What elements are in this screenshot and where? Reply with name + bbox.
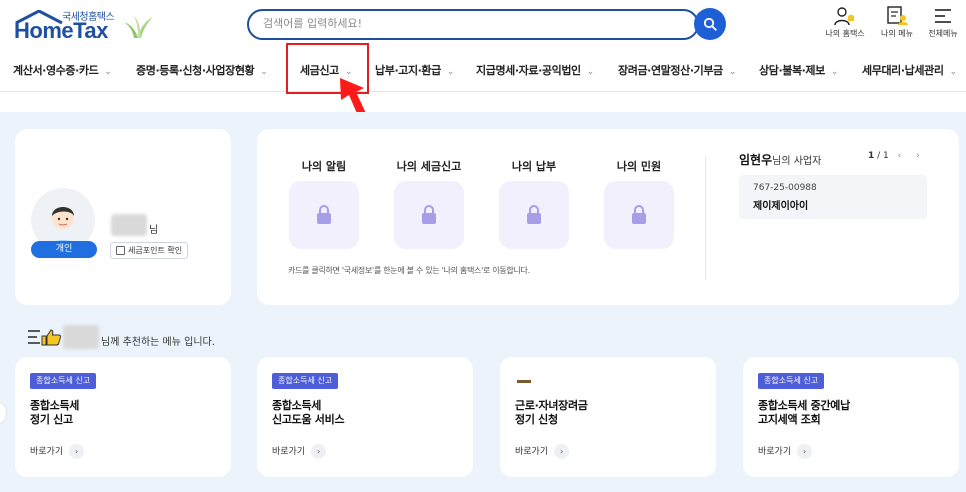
- go-link[interactable]: 바로가기 ›: [30, 444, 85, 459]
- chevron-down-icon: ⌄: [104, 67, 112, 77]
- taxpoint-button[interactable]: 세금포인트 확인: [110, 242, 189, 259]
- recommend-card[interactable]: 종합소득세 신고 종합소득세 중간예납 고지세액 조회 바로가기 ›: [743, 357, 959, 477]
- category-tag: 종합소득세 신고: [30, 373, 97, 389]
- chevron-down-icon: ⌄: [260, 67, 268, 77]
- business-header: 임현우님의 사업자: [739, 151, 821, 168]
- business-pager: 1 / 1 ‹ ›: [868, 151, 920, 161]
- page-total: / 1: [877, 151, 889, 161]
- search-input[interactable]: [263, 17, 683, 30]
- tile-label-alert: 나의 알림: [301, 160, 347, 173]
- main-area: 개인 님 세금포인트 확인 나의 알림 나의 세금신고 나의 납부 나의 민원 …: [0, 112, 966, 492]
- search-icon: [703, 17, 717, 31]
- tile-label-civil: 나의 민원: [616, 160, 662, 173]
- my-hometax-link[interactable]: 나의 홈택스: [819, 6, 871, 39]
- nav-incentive[interactable]: 장려금·연말정산·기부금 ⌄: [618, 62, 736, 78]
- chevron-right-icon: ›: [797, 444, 813, 459]
- owner-suffix: 님의 사업자: [772, 156, 822, 167]
- recommend-card[interactable]: 종합소득세 신고 종합소득세 정기 신고 바로가기 ›: [15, 357, 231, 477]
- tile-label-tax-return: 나의 세금신고: [396, 160, 462, 173]
- util-label: 전체메뉴: [928, 29, 958, 38]
- category-tag: 종합소득세 신고: [758, 373, 825, 389]
- redacted-name: [111, 214, 147, 236]
- chevron-down-icon: ⌄: [446, 67, 455, 77]
- chevron-down-icon: ⌄: [586, 67, 595, 77]
- chevron-right-icon[interactable]: ›: [916, 151, 920, 161]
- card-title: 종합소득세 정기 신고: [30, 399, 80, 426]
- card-title: 종합소득세 신고도움 서비스: [272, 399, 345, 426]
- category-tag: 종합소득세 신고: [272, 373, 339, 389]
- dashboard-card: 나의 알림 나의 세금신고 나의 납부 나의 민원 카드를 클릭하면 '국세정보…: [257, 129, 959, 305]
- owner-name: 임현우: [739, 153, 773, 167]
- chevron-down-icon: ⌄: [830, 67, 839, 77]
- go-link[interactable]: 바로가기 ›: [515, 444, 570, 459]
- business-name: 제이제이아이: [753, 201, 809, 212]
- card-title: 근로·자녀장려금 정기 신청: [515, 399, 588, 426]
- my-menu-link[interactable]: 나의 메뉴: [871, 6, 923, 39]
- dashboard-note: 카드를 클릭하면 '국세정보'를 한눈에 볼 수 있는 '나의 홈택스'로 이동…: [288, 266, 530, 275]
- chevron-right-icon: ›: [554, 444, 570, 459]
- category-marker: [517, 380, 531, 383]
- receipt-icon: [116, 246, 125, 255]
- chevron-right-icon: ›: [311, 444, 327, 459]
- page-current: 1: [868, 151, 875, 161]
- nav-invoice[interactable]: 계산서·영수증·카드 ⌄: [13, 62, 112, 78]
- tile-label-payment: 나의 납부: [511, 160, 557, 173]
- hamburger-icon: [935, 9, 951, 23]
- user-bell-icon: [834, 7, 854, 26]
- search-bar: [247, 9, 699, 40]
- nav-payment[interactable]: 납부·고지·환급 ⌄: [375, 62, 454, 78]
- logo-title: HomeTax: [14, 18, 108, 43]
- main-nav: 계산서·영수증·카드 ⌄ 증명·등록·신청·사업장현황 ⌄ 세금신고 ⌄ 납부·고지·…: [0, 48, 966, 92]
- lock-icon: [527, 205, 541, 224]
- nav-consult[interactable]: 상담·불복·제보 ⌄: [759, 62, 838, 78]
- chevron-down-icon: ⌄: [949, 67, 958, 77]
- all-menu-button[interactable]: 전체메뉴: [917, 6, 966, 39]
- nav-certificate[interactable]: 증명·등록·신청·사업장현황 ⌄: [136, 62, 268, 78]
- divider: [705, 156, 706, 280]
- util-label: 나의 홈택스: [825, 29, 865, 38]
- user-doc-icon: [887, 6, 908, 25]
- recommend-title: 님께 추천하는 메뉴 입니다.: [101, 337, 215, 348]
- chevron-right-icon: ›: [69, 444, 85, 459]
- carousel-prev-handle[interactable]: [0, 402, 6, 424]
- recommend-card[interactable]: 종합소득세 신고 종합소득세 신고도움 서비스 바로가기 ›: [257, 357, 473, 477]
- lock-icon: [317, 205, 331, 224]
- search-button[interactable]: [694, 8, 726, 40]
- card-title: 종합소득세 중간예납 고지세액 조회: [758, 399, 850, 426]
- redacted-name: [63, 325, 99, 349]
- nav-statement[interactable]: 지급명세·자료·공익법인 ⌄: [476, 62, 594, 78]
- chevron-down-icon: ⌄: [728, 67, 737, 77]
- business-item[interactable]: 767-25-00988 제이제이아이: [739, 175, 927, 219]
- go-link[interactable]: 바로가기 ›: [758, 444, 813, 459]
- tile-civil[interactable]: [604, 181, 674, 249]
- util-label: 나의 메뉴: [881, 29, 913, 38]
- thumbs-up-list-icon: [28, 329, 62, 346]
- nav-agent[interactable]: 세무대리·납세관리 ⌄: [862, 62, 957, 78]
- name-suffix: 님: [149, 225, 159, 236]
- hometax-logo[interactable]: 국세청홈택스 HomeTax: [14, 8, 154, 44]
- lock-icon: [422, 205, 436, 224]
- business-number: 767-25-00988: [753, 183, 817, 193]
- tile-tax-return[interactable]: [394, 181, 464, 249]
- lock-icon: [632, 205, 646, 224]
- header: 국세청홈택스 HomeTax 나의 홈택스 나의 메: [0, 0, 966, 48]
- profile-card: 개인 님 세금포인트 확인: [15, 129, 231, 305]
- tile-payment[interactable]: [499, 181, 569, 249]
- user-type-badge: 개인: [31, 241, 97, 258]
- recommend-card[interactable]: 근로·자녀장려금 정기 신청 바로가기 ›: [500, 357, 716, 477]
- chevron-left-icon[interactable]: ‹: [898, 151, 902, 161]
- tile-alert[interactable]: [289, 181, 359, 249]
- leaf-icon: [124, 16, 153, 38]
- go-link[interactable]: 바로가기 ›: [272, 444, 327, 459]
